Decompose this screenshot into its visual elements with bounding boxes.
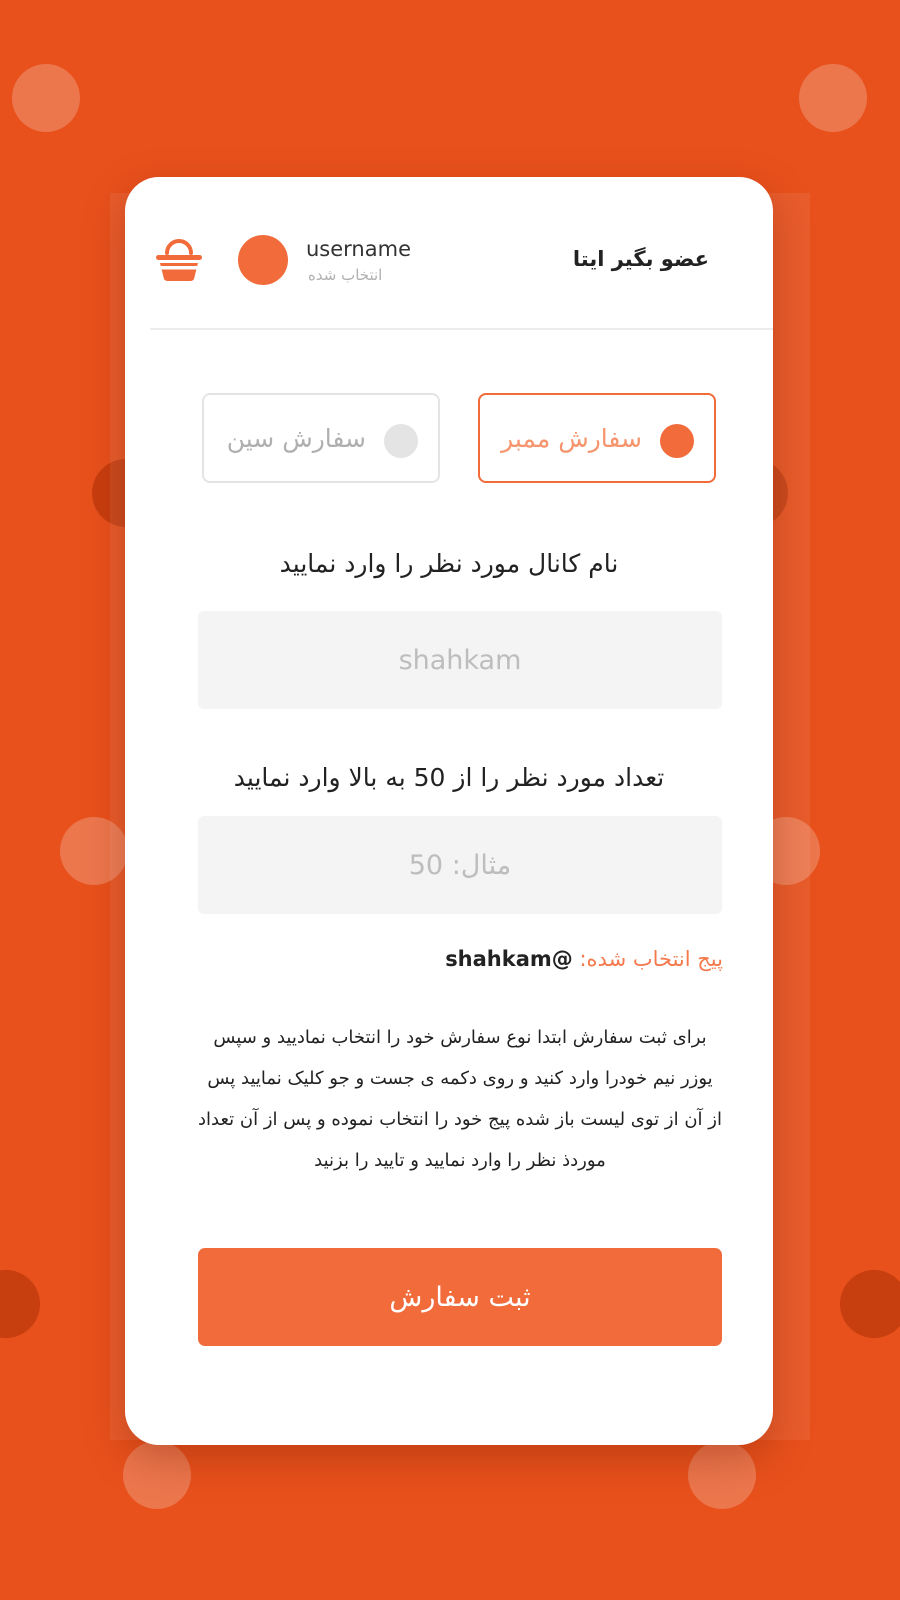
background-dot bbox=[0, 1270, 40, 1338]
app-title: عضو بگیر ایتا bbox=[572, 247, 709, 271]
radio-unselected-icon bbox=[384, 424, 418, 458]
header: username انتخاب شده عضو بگیر ایتا bbox=[125, 177, 773, 329]
member-order-label: سفارش ممبر bbox=[501, 424, 642, 453]
avatar[interactable] bbox=[238, 235, 288, 285]
submit-order-button[interactable]: ثبت سفارش bbox=[198, 1248, 722, 1346]
member-order-button[interactable]: سفارش ممبر bbox=[478, 393, 716, 483]
channel-name-label: نام کانال مورد نظر را وارد نمایید bbox=[279, 549, 619, 578]
count-label: تعداد مورد نظر را از 50 به بالا وارد نما… bbox=[233, 763, 665, 792]
selected-page: پیج انتخاب شده: @shahkam bbox=[445, 947, 723, 971]
background-dot bbox=[12, 64, 80, 132]
background-dot bbox=[123, 1441, 191, 1509]
user-status: انتخاب شده bbox=[308, 266, 383, 284]
instructions-text: برای ثبت سفارش ابتدا نوع سفارش خود را ان… bbox=[198, 1027, 722, 1171]
background-dot bbox=[799, 64, 867, 132]
background-dot bbox=[840, 1270, 900, 1338]
view-order-button[interactable]: سفارش سین bbox=[202, 393, 440, 483]
count-input[interactable] bbox=[198, 816, 722, 914]
channel-name-input[interactable] bbox=[198, 611, 722, 709]
radio-selected-icon bbox=[660, 424, 694, 458]
selected-page-value: @shahkam bbox=[445, 947, 573, 971]
view-order-label: سفارش سین bbox=[226, 424, 366, 453]
background-dot bbox=[688, 1441, 756, 1509]
header-divider bbox=[150, 328, 773, 330]
order-card: username انتخاب شده عضو بگیر ایتا سفارش … bbox=[125, 177, 773, 1445]
username: username bbox=[306, 237, 411, 261]
selected-page-label: پیج انتخاب شده: bbox=[579, 947, 723, 971]
basket-icon bbox=[156, 239, 202, 281]
